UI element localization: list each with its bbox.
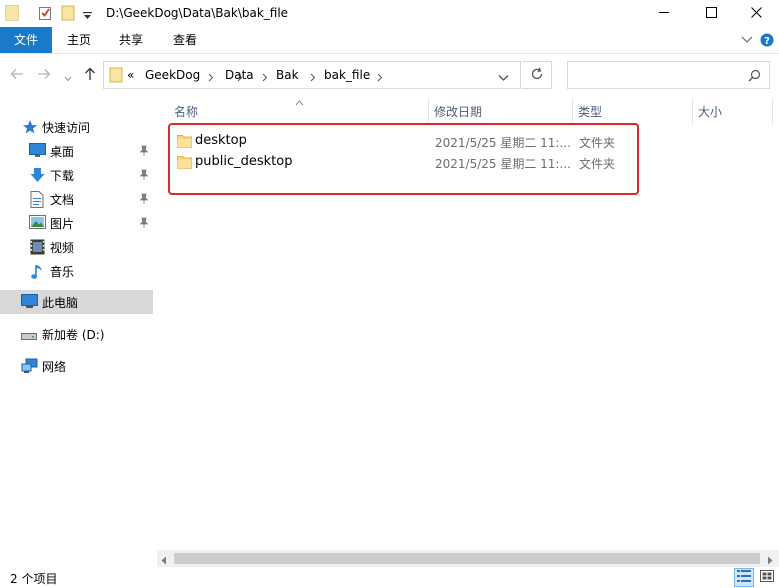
close-button[interactable]: [733, 0, 779, 27]
computer-icon: [21, 294, 38, 312]
highlight-box: [168, 123, 639, 195]
folder-icon: [109, 67, 123, 86]
breadcrumb-data[interactable]: Data: [225, 68, 254, 82]
nav-item-network[interactable]: 网络: [0, 354, 153, 378]
chevron-down-icon[interactable]: [741, 33, 753, 48]
navigation-bar: « GeekDog Data Bak bak_file: [0, 55, 779, 95]
chevron-right-icon: [310, 71, 316, 85]
desktop-icon: [29, 143, 46, 161]
tab-view[interactable]: 查看: [162, 27, 208, 53]
column-divider[interactable]: [772, 98, 773, 124]
maximize-button[interactable]: [688, 0, 734, 27]
column-header-name[interactable]: 名称: [174, 103, 198, 120]
nav-item-this-pc[interactable]: 此电脑: [0, 290, 153, 314]
breadcrumb-geekdog[interactable]: GeekDog: [145, 68, 200, 82]
pin-icon[interactable]: [139, 193, 149, 208]
refresh-button[interactable]: [522, 61, 552, 89]
navigation-pane: 快速访问 桌面 下载 文档 图片 视频 音乐 此电脑 新加卷 (D:) 网络: [0, 95, 155, 570]
nav-item-label: 下载: [50, 169, 75, 183]
tab-home[interactable]: 主页: [56, 27, 102, 53]
title-bar: D:\GeekDog\Data\Bak\bak_file: [0, 0, 779, 27]
details-view-icon: [737, 570, 751, 585]
item-count: 2 个项目: [10, 572, 58, 586]
details-view-button[interactable]: [734, 568, 754, 587]
column-header-size[interactable]: 大小: [698, 103, 722, 120]
svg-text:?: ?: [764, 36, 770, 47]
nav-item-documents[interactable]: 文档: [0, 187, 153, 211]
column-divider[interactable]: [692, 98, 693, 124]
document-icon: [30, 191, 44, 211]
nav-item-label: 新加卷 (D:): [42, 328, 105, 342]
nav-item-label: 音乐: [50, 265, 75, 279]
refresh-icon: [530, 67, 544, 84]
close-icon: [750, 6, 762, 21]
pin-icon[interactable]: [139, 145, 149, 160]
nav-item-label: 快速访问: [42, 121, 91, 135]
download-icon: [29, 167, 46, 187]
column-header-modified[interactable]: 修改日期: [434, 103, 482, 120]
status-bar: 2 个项目: [0, 567, 779, 588]
video-icon: [30, 239, 45, 258]
nav-item-quick-access[interactable]: 快速访问: [0, 115, 153, 139]
nav-item-pictures[interactable]: 图片: [0, 211, 153, 235]
nav-item-drive-d[interactable]: 新加卷 (D:): [0, 322, 153, 346]
nav-item-label: 网络: [42, 360, 67, 374]
large-icons-view-icon: [760, 570, 774, 585]
search-input[interactable]: [567, 61, 770, 89]
chevron-right-icon: [377, 71, 383, 85]
breadcrumb-overflow[interactable]: «: [127, 68, 134, 82]
nav-item-desktop[interactable]: 桌面: [0, 139, 153, 163]
tab-share[interactable]: 共享: [108, 27, 154, 53]
nav-item-label: 文档: [50, 193, 75, 207]
address-bar[interactable]: « GeekDog Data Bak bak_file: [103, 61, 521, 89]
star-icon: [22, 119, 38, 138]
chevron-right-icon: [208, 71, 214, 85]
quick-access-dropdown-icon[interactable]: [83, 9, 92, 23]
music-icon: [31, 263, 45, 283]
nav-item-label: 桌面: [50, 145, 75, 159]
breadcrumb-bak[interactable]: Bak: [276, 68, 299, 82]
nav-item-music[interactable]: 音乐: [0, 259, 153, 283]
window-title: D:\GeekDog\Data\Bak\bak_file: [106, 6, 289, 20]
forward-arrow-icon[interactable]: [37, 67, 51, 84]
address-dropdown-icon[interactable]: [498, 71, 509, 85]
large-icons-view-button[interactable]: [757, 568, 777, 587]
properties-icon[interactable]: [38, 5, 52, 24]
nav-item-label: 此电脑: [42, 296, 79, 310]
column-divider[interactable]: [428, 98, 429, 124]
column-divider[interactable]: [572, 98, 573, 124]
picture-icon: [29, 215, 46, 233]
maximize-icon: [705, 6, 717, 21]
scroll-left-arrow-icon[interactable]: [161, 554, 167, 568]
nav-item-downloads[interactable]: 下载: [0, 163, 153, 187]
back-arrow-icon[interactable]: [10, 67, 24, 84]
network-icon: [21, 358, 38, 377]
minimize-button[interactable]: [641, 0, 687, 27]
chevron-right-icon: [262, 71, 268, 85]
horizontal-scrollbar[interactable]: [157, 550, 779, 567]
nav-item-label: 图片: [50, 217, 75, 231]
column-header-type[interactable]: 类型: [578, 103, 602, 120]
help-icon[interactable]: ?: [760, 33, 774, 50]
up-arrow-icon[interactable]: [83, 67, 97, 84]
scrollbar-thumb[interactable]: [174, 553, 760, 564]
breadcrumb-bak-file[interactable]: bak_file: [324, 68, 370, 82]
recent-locations-chevron-icon[interactable]: [64, 71, 72, 85]
nav-item-videos[interactable]: 视频: [0, 235, 153, 259]
search-icon: [748, 69, 761, 85]
folder-icon: [5, 5, 19, 24]
new-folder-icon[interactable]: [61, 5, 75, 24]
sort-up-arrow-icon: [295, 95, 304, 109]
scroll-right-arrow-icon[interactable]: [767, 554, 773, 568]
ribbon: 文件 主页 共享 查看 ?: [0, 27, 779, 54]
nav-item-label: 视频: [50, 241, 75, 255]
tab-file[interactable]: 文件: [0, 27, 52, 53]
minimize-icon: [658, 7, 670, 21]
file-list: 名称 修改日期 类型 大小 desktop 2021/5/25 星期二 11:.…: [160, 95, 779, 550]
pin-icon[interactable]: [139, 169, 149, 184]
drive-icon: [21, 329, 37, 343]
pin-icon[interactable]: [139, 217, 149, 232]
